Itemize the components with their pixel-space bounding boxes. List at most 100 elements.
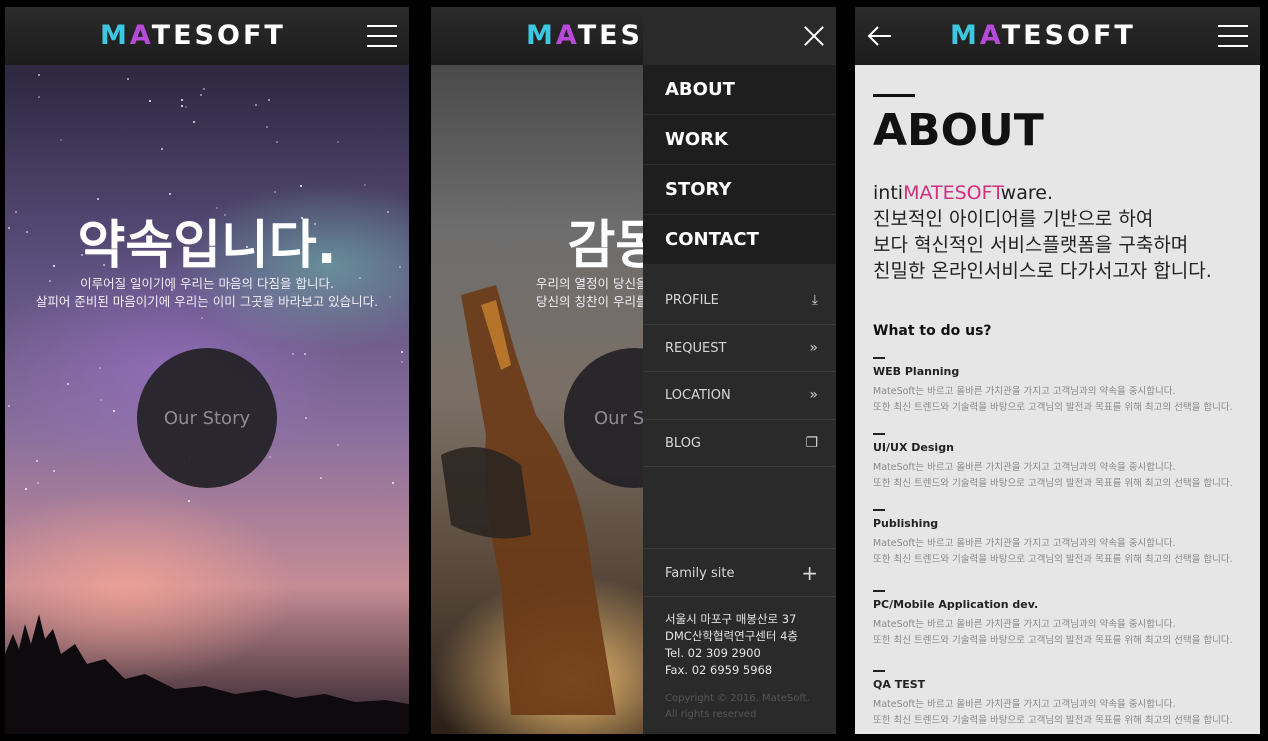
nav-item-contact[interactable]: CONTACT xyxy=(643,215,836,265)
star-dot xyxy=(38,95,41,98)
service-item: UI/UX Design MateSoft는 바르고 올바른 가치관을 가지고 … xyxy=(873,433,1253,491)
copyright-line: Copyright © 2016. MateSoft. xyxy=(665,693,810,704)
family-site-label: Family site xyxy=(665,566,735,581)
service-title: WEB Planning xyxy=(873,365,960,378)
nav-item-label: BLOG xyxy=(665,435,702,451)
section-title: What to do us? xyxy=(873,323,992,339)
family-site-toggle[interactable]: Family site + xyxy=(643,548,836,597)
hamburger-menu-icon[interactable] xyxy=(1218,25,1248,47)
star-dot xyxy=(181,105,184,108)
service-title: QA TEST xyxy=(873,678,926,691)
service-item: PC/Mobile Application dev. MateSoft는 바르고… xyxy=(873,590,1253,648)
copyright-line: All rights reserved xyxy=(665,709,757,720)
star-dot xyxy=(273,191,276,194)
address-line: DMC산학협력연구센터 4층 xyxy=(665,629,798,643)
star-dot xyxy=(113,409,116,412)
header: MATESOFT xyxy=(855,7,1260,65)
service-desc: MateSoft는 바르고 올바른 가치관을 가지고 고객님과의 약속을 중시합… xyxy=(873,538,1176,549)
star-dot xyxy=(126,78,129,81)
service-title: PC/Mobile Application dev. xyxy=(873,598,1039,611)
side-menu: ABOUT WORK STORY CONTACT PROFILE ⤓ REQUE… xyxy=(643,7,836,734)
sub-nav: PROFILE ⤓ REQUEST » LOCATION » BLOG ❐ xyxy=(643,277,836,467)
dash-divider xyxy=(873,670,885,672)
hero-subtitle: 이루어질 일이기에 우리는 마음의 다짐을 합니다. 살피어 준비된 마음이기에… xyxy=(5,275,409,311)
star-dot xyxy=(275,140,278,143)
nav-item-blog[interactable]: BLOG ❐ xyxy=(643,420,836,467)
star-dot xyxy=(305,417,308,420)
intro-prefix: inti xyxy=(873,182,904,204)
star-dot xyxy=(291,352,294,355)
star-dot xyxy=(160,147,163,150)
star-dot xyxy=(148,99,151,102)
star-dot xyxy=(267,99,270,102)
star-dot xyxy=(181,98,184,101)
star-dot xyxy=(254,103,257,106)
close-icon[interactable] xyxy=(804,26,824,46)
star-dot xyxy=(36,481,39,484)
star-dot xyxy=(36,460,39,463)
header: MATESOFT xyxy=(5,7,409,65)
hero-title: 약속입니다. xyxy=(77,216,337,276)
back-arrow-icon[interactable] xyxy=(867,23,893,49)
star-dot xyxy=(303,353,306,356)
double-chevron-right-icon: » xyxy=(809,339,818,356)
star-dot xyxy=(269,456,272,459)
star-dot xyxy=(99,367,102,370)
star-dot xyxy=(392,482,395,485)
intro-suffix: ware. xyxy=(1000,182,1053,204)
dash-divider xyxy=(873,509,885,511)
intro-line: 친밀한 온라인서비스로 다가서고자 합니다. xyxy=(873,260,1212,282)
service-desc: MateSoft는 바르고 올바른 가치관을 가지고 고객님과의 약속을 중시합… xyxy=(873,619,1176,630)
star-dot xyxy=(53,469,56,472)
star-dot xyxy=(400,350,403,353)
company-address: 서울시 마포구 매봉산로 37 DMC산학협력연구센터 4층 Tel. 02 3… xyxy=(665,611,798,679)
star-dot xyxy=(37,74,40,77)
star-dot xyxy=(59,139,62,142)
service-item: QA TEST MateSoft는 바르고 올바른 가치관을 가지고 고객님과의… xyxy=(873,670,1253,728)
nav-item-location[interactable]: LOCATION » xyxy=(643,372,836,420)
star-dot xyxy=(169,192,172,195)
star-dot xyxy=(200,93,203,96)
intro-highlight: MATESOFT xyxy=(903,182,1001,204)
star-dot xyxy=(299,185,302,188)
service-desc: 또한 최신 트렌드와 기술력을 바탕으로 고객님의 발전과 목표를 위해 최고의… xyxy=(873,553,1233,565)
service-item: Publishing MateSoft는 바르고 올바른 가치관을 가지고 고객… xyxy=(873,509,1253,567)
star-dot xyxy=(66,383,69,386)
service-desc: MateSoft는 바르고 올바른 가치관을 가지고 고객님과의 약속을 중시합… xyxy=(873,699,1176,710)
screen-home: MATESOFT 약속입니다. 이루어질 일이기에 우리는 마음의 다짐을 합니… xyxy=(5,7,409,734)
intro-brand-line: intiMATESOFTware. xyxy=(873,180,1212,206)
our-story-button[interactable]: Our Story xyxy=(137,348,277,488)
hero-subtitle-line: 이루어질 일이기에 우리는 마음의 다짐을 합니다. xyxy=(80,276,334,291)
star-dot xyxy=(319,476,322,479)
menu-header xyxy=(643,7,836,65)
nav-item-story[interactable]: STORY xyxy=(643,165,836,215)
intro-line: 진보적인 아이디어를 기반으로 하여 xyxy=(873,208,1154,230)
nav-item-about[interactable]: ABOUT xyxy=(643,65,836,115)
hamburger-menu-icon[interactable] xyxy=(367,25,397,47)
nav-item-work[interactable]: WORK xyxy=(643,115,836,165)
treeline-silhouette xyxy=(5,614,409,734)
service-title: UI/UX Design xyxy=(873,441,954,454)
nav-item-label: REQUEST xyxy=(665,340,727,356)
service-title: Publishing xyxy=(873,517,939,530)
logo[interactable]: MATESOFT xyxy=(100,21,286,51)
star-dot xyxy=(363,184,366,186)
star-dot xyxy=(25,487,28,490)
double-chevron-right-icon: » xyxy=(809,387,818,403)
external-window-icon: ❐ xyxy=(805,434,818,451)
service-desc: 또한 최신 트렌드와 기술력을 바탕으로 고객님의 발전과 목표를 위해 최고의… xyxy=(873,714,1233,726)
logo[interactable]: MATESOFT xyxy=(950,21,1136,51)
plus-icon: + xyxy=(801,561,818,585)
star-dot xyxy=(192,121,195,124)
star-dot xyxy=(266,126,269,129)
service-desc: 또한 최신 트렌드와 기술력을 바탕으로 고객님의 발전과 목표를 위해 최고의… xyxy=(873,401,1233,413)
screen-menu-open: MATESOFT 감동입 우리의 열정이 당신을 당신의 칭찬이 우리를 Our… xyxy=(431,7,836,734)
service-desc: 또한 최신 트렌드와 기술력을 바탕으로 고객님의 발전과 목표를 위해 최고의… xyxy=(873,477,1233,489)
title-accent-bar xyxy=(873,94,915,97)
star-dot xyxy=(337,444,340,447)
fax-number: Fax. 02 6959 5968 xyxy=(665,663,773,677)
service-desc: MateSoft는 바르고 올바른 가치관을 가지고 고객님과의 약속을 중시합… xyxy=(873,462,1176,473)
nav-item-profile[interactable]: PROFILE ⤓ xyxy=(643,277,836,325)
download-icon: ⤓ xyxy=(811,292,818,308)
nav-item-request[interactable]: REQUEST » xyxy=(643,325,836,372)
